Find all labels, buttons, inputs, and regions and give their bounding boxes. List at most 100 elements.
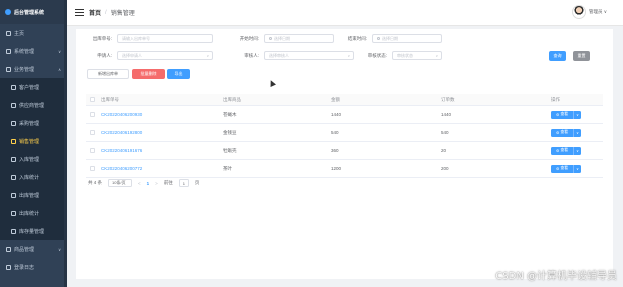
chevron-down-icon[interactable]: ∨ [573,146,581,155]
export-button[interactable]: 导出 [167,69,190,79]
sales-card: 出库单号: 请输入出库单号 开始时间: 选择日期 结束时间: 选择日期 申请人:… [76,29,613,279]
chevron-down-icon[interactable]: ∨ [573,164,581,173]
view-button[interactable]: ⚙ 查看 [551,128,573,137]
sidebar-item-products[interactable]: 商品管理 ∨ [0,240,67,258]
row-checkbox[interactable] [89,130,95,135]
sidebar-item-purchase[interactable]: 采购管理 [0,114,67,132]
sidebar-item-label: 业务管理 [14,66,35,73]
order-no-link[interactable]: CK20220406192800 [98,130,223,135]
reset-button[interactable]: 重置 [573,51,590,61]
submenu-business: 客户管理 供应商管理 采购管理 销售管理 入库管理 入库统计 出库管理 出库统计… [0,78,67,240]
column-header-order-no: 出库单号 [101,96,119,102]
column-header-amount: 金额 [331,96,340,102]
row-checkbox[interactable] [89,166,95,171]
sidebar-item-label: 商品管理 [14,246,35,253]
order-no-link[interactable]: CK20220406200772 [98,166,223,171]
page-size-select[interactable]: 10条/页 [108,179,133,187]
add-order-button[interactable]: 新增出库单 [87,69,129,79]
top-header: 首页 / 销售管理 管理员 ∨ [67,0,623,26]
user-name[interactable]: 管理员 ∨ [589,9,607,15]
start-date-placeholder: 选择日期 [274,35,290,41]
batch-delete-button[interactable]: 批量删除 [132,69,165,79]
product-cell: 金钱豆 [223,129,237,135]
column-header-actions: 操作 [551,96,560,102]
avatar[interactable] [571,5,586,19]
row-checkbox[interactable] [89,112,95,117]
order-no-input[interactable]: 请输入出库单号 [117,34,213,43]
sidebar-item-stock[interactable]: 库存量管理 [0,222,67,240]
product-cell: 苍蝇木 [223,111,237,117]
order-no-link[interactable]: CK20220406200930 [98,112,223,117]
sidebar-item-customers[interactable]: 客户管理 [0,78,67,96]
view-button[interactable]: ⚙ 查看 [551,146,573,155]
table-row: CK20220406200930 苍蝇木 1440 1440 ⚙ 查看 ∨ [86,106,603,124]
reviewer-label: 审核人: [244,52,259,58]
count-cell: 540 [441,130,449,135]
row-select-cell [86,130,98,135]
user-menu[interactable]: 管理员 ∨ [571,5,607,19]
box-icon [11,156,16,162]
view-button[interactable]: ⚙ 查看 [551,164,573,173]
bag-icon [11,138,16,144]
sidebar-item-sales[interactable]: 销售管理 [0,132,67,150]
main-content: 出库单号: 请输入出库单号 开始时间: 选择日期 结束时间: 选择日期 申请人:… [67,26,623,287]
chart-icon [11,210,16,216]
goto-suffix: 页 [194,180,200,185]
sidebar-item-label: 客户管理 [19,84,40,91]
row-actions: ⚙ 查看 ∨ [551,146,603,155]
log-icon [6,264,11,270]
chevron-down-icon[interactable]: ∨ [573,128,581,137]
sidebar-item-login-log[interactable]: 登录日志 [0,258,67,276]
row-select-cell [86,166,98,171]
row-checkbox[interactable] [89,148,95,153]
breadcrumb-home[interactable]: 首页 [89,8,101,17]
query-button[interactable]: 查询 [549,51,566,61]
reviewer-select[interactable]: 选择审核人 ∨ [264,51,354,60]
chevron-down-icon[interactable]: ∨ [573,110,581,119]
table-body: CK20220406200930 苍蝇木 1440 1440 ⚙ 查看 ∨ CK… [86,106,603,178]
sidebar-item-label: 采购管理 [19,120,40,127]
view-button[interactable]: ⚙ 查看 [551,110,573,119]
select-all-cell [86,97,98,102]
sidebar-item-business[interactable]: 业务管理 ∧ [0,60,67,78]
truck-icon [11,102,16,108]
sidebar-item-inbound[interactable]: 入库管理 [0,150,67,168]
end-date-picker[interactable]: 选择日期 [372,34,442,43]
column-header-product: 出库商品 [223,96,241,102]
prev-page-button[interactable]: < [138,181,141,186]
sidebar-item-outbound[interactable]: 出库管理 [0,186,67,204]
status-placeholder: 审核状态 [397,52,413,58]
menu-toggle-icon[interactable] [75,9,84,16]
sidebar-item-label: 库存量管理 [19,228,45,235]
sidebar-item-suppliers[interactable]: 供应商管理 [0,96,67,114]
sidebar-item-label: 出库管理 [19,192,40,199]
sidebar-item-outbound-stats[interactable]: 出库统计 [0,204,67,222]
next-page-button[interactable]: > [155,181,158,186]
select-all-checkbox[interactable] [89,97,95,102]
goto-page-input[interactable]: 1 [178,179,189,187]
sidebar-item-inbound-stats[interactable]: 入库统计 [0,168,67,186]
count-cell: 20 [441,148,447,153]
order-no-link[interactable]: CK20220406191676 [98,148,223,153]
table-header-row: 出库单号 出库商品 金额 订单数 操作 [86,94,603,106]
pagination: 共 4 条 10条/页 < 1 > 前往 1 页 [88,179,205,187]
order-no-placeholder: 请输入出库单号 [122,35,150,41]
row-select-cell [86,112,98,117]
end-date-placeholder: 选择日期 [382,35,398,41]
sidebar-item-system[interactable]: 系统管理 ∨ [0,42,67,60]
product-cell: 茶叶 [223,165,232,171]
sales-table: 出库单号 出库商品 金额 订单数 操作 CK20220406200930 苍蝇木… [86,94,603,178]
start-date-picker[interactable]: 选择日期 [264,34,334,43]
pagination-total: 共 4 条 [88,180,103,185]
chevron-down-icon: ∨ [58,48,61,54]
status-select[interactable]: 审核状态 ∨ [392,51,442,60]
page-number[interactable]: 1 [147,181,150,186]
grid-icon [6,66,11,72]
end-date-label: 结束时间: [347,35,367,41]
sidebar-item-home[interactable]: 主页 [0,24,67,42]
applicant-select[interactable]: 选择申请人 ∨ [117,51,213,60]
amount-cell: 360 [331,148,339,153]
order-no-group: 出库单号: 请输入出库单号 [82,34,213,43]
view-button-label: 查看 [560,112,569,116]
sidebar: 后台管理系统 主页 系统管理 ∨ 业务管理 ∧ 客户管理 供应商管理 采购管理 … [0,0,67,287]
